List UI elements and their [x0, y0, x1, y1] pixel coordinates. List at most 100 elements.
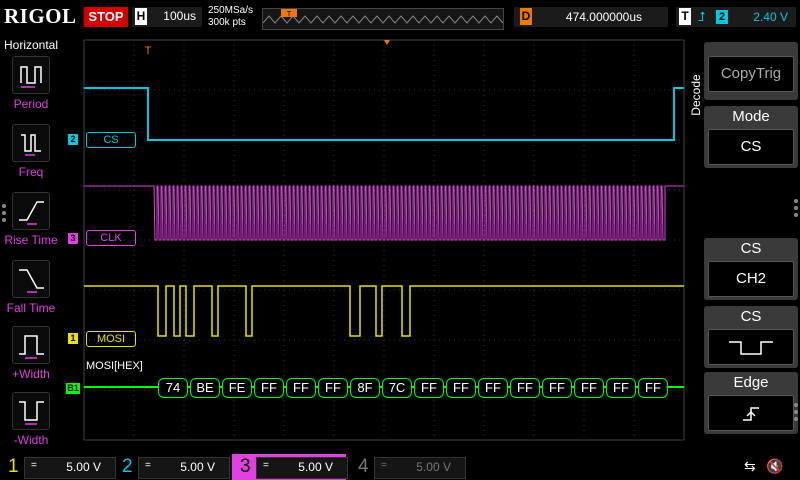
run-stop-status[interactable]: STOP [84, 7, 128, 27]
measure-rise-time[interactable]: Rise Time [0, 192, 62, 256]
ch2-status[interactable]: 2 = 5.00 V [114, 454, 230, 480]
bus-title: MOSI[HEX] [86, 360, 143, 372]
bus-byte: FE [222, 378, 252, 398]
fall-time-icon [12, 260, 50, 298]
bus-byte: FF [542, 378, 572, 398]
ch3-status[interactable]: 3 = 5.00 V [232, 454, 348, 480]
measure-label: Fall Time [6, 301, 56, 315]
ch1-ground-marker[interactable]: 1 [68, 333, 78, 344]
bus-byte: 7C [382, 378, 412, 398]
copytrig-button[interactable]: CopyTrig [704, 42, 798, 100]
ch2-label: CS [86, 132, 136, 148]
acquisition-info: 250MSa/s 300k pts [208, 5, 253, 29]
measure-label: -Width [13, 433, 49, 447]
ch1-label: MOSI [86, 331, 136, 347]
timebase-value: 100us [163, 9, 196, 23]
ch3-clk-trace [84, 185, 684, 241]
memory-overview-wave: T [263, 9, 503, 24]
ch3-number: 3 [240, 456, 251, 477]
dc-coupling-icon: = [381, 460, 387, 471]
cs-channel-value: CH2 [708, 261, 794, 297]
right-page-indicator [794, 196, 800, 220]
sample-rate: 250MSa/s [208, 5, 254, 16]
sound-muted-icon[interactable]: 🔇 [766, 458, 783, 475]
timebase-box[interactable]: H 100us [132, 7, 202, 27]
bus-byte: BE [190, 378, 220, 398]
timebase-key: H [135, 8, 147, 25]
ch2-ground-marker[interactable]: 2 [68, 134, 78, 145]
ch2-number: 2 [122, 456, 133, 477]
bus-byte: 74 [158, 378, 188, 398]
ch1-status[interactable]: 1 = 5.00 V [0, 454, 116, 480]
delay-value: 474.000000us [565, 10, 642, 24]
trigger-key: T [679, 8, 691, 25]
cs-polarity-menu-item[interactable]: CS [704, 306, 798, 368]
bus-byte: FF [286, 378, 316, 398]
rigol-logo: RIGOL [4, 4, 77, 28]
right-page-indicator-lower [794, 400, 800, 424]
usb-icon: ⇆ [744, 458, 756, 474]
bus-byte: FF [510, 378, 540, 398]
active-low-icon [708, 329, 794, 365]
bus-byte: FF [318, 378, 348, 398]
copytrig-label: CopyTrig [708, 56, 794, 92]
edge-menu-item[interactable]: Edge [704, 372, 798, 434]
bus-byte: FF [446, 378, 476, 398]
freq-icon [12, 124, 50, 162]
ch3-ground-marker[interactable]: 3 [68, 233, 78, 244]
measure-neg-width[interactable]: -Width [0, 392, 62, 456]
mode-head: Mode [732, 108, 770, 125]
trigger-position-marker: T [145, 45, 152, 57]
channel-status-bar: 1 = 5.00 V 2 = 5.00 V 3 = 5.00 V 4 = 5.00 V … [0, 454, 800, 480]
measure-label: Rise Time [4, 233, 58, 247]
period-icon [12, 56, 50, 94]
rise-time-icon [12, 192, 50, 230]
bus-byte: FF [478, 378, 508, 398]
mode-menu-item[interactable]: Mode CS [704, 106, 798, 168]
svg-text:T: T [287, 11, 292, 18]
memory-overview-strip[interactable]: T [262, 8, 504, 30]
decode-menu: Decode CopyTrig Mode CS CS CH2 CS Edge [686, 36, 800, 454]
trigger-source-channel: 2 [716, 10, 728, 24]
rising-edge-icon [708, 395, 794, 431]
cs-channel-menu-item[interactable]: CS CH2 [704, 238, 798, 300]
delay-box[interactable]: D 474.000000us [514, 7, 668, 27]
bus-byte: FF [606, 378, 636, 398]
memory-depth: 300k pts [208, 17, 246, 28]
delay-key: D [520, 8, 532, 25]
ch3-label: CLK [86, 230, 136, 246]
ch2-scale: 5.00 V [180, 460, 215, 474]
ch1-number: 1 [8, 456, 19, 477]
mode-value: CS [708, 129, 794, 165]
dc-coupling-icon: = [31, 460, 37, 471]
bus-marker[interactable]: B1 [66, 383, 80, 394]
ch4-status[interactable]: 4 = 5.00 V [350, 454, 466, 480]
bus-byte: FF [574, 378, 604, 398]
trigger-box[interactable]: T ⮥ 2 2.40 V [676, 7, 796, 27]
ch4-number: 4 [358, 456, 369, 477]
waveform-display[interactable]: T 2 CS 3 CLK 1 MOSI MOSI[HEX] B1 74 BE FE F… [62, 36, 686, 454]
center-marker [384, 40, 390, 45]
trigger-level: 2.40 V [753, 10, 788, 24]
measure-pos-width[interactable]: +Width [0, 326, 62, 390]
dc-coupling-icon: = [263, 460, 269, 471]
ch1-scale: 5.00 V [66, 460, 101, 474]
measure-period[interactable]: Period [0, 56, 62, 120]
ch4-scale: 5.00 V [416, 460, 451, 474]
pos-width-icon [12, 326, 50, 364]
bus-byte: 8F [350, 378, 380, 398]
measure-label: +Width [12, 367, 50, 381]
bus-byte: FF [254, 378, 284, 398]
top-status-bar: RIGOL STOP H 100us 250MSa/s 300k pts T D… [0, 0, 800, 36]
horizontal-measure-toolbar: Horizontal Period Freq Rise Time Fall Ti… [0, 36, 62, 454]
measure-freq[interactable]: Freq [0, 124, 62, 188]
measure-label: Freq [18, 165, 44, 179]
ch3-scale: 5.00 V [298, 460, 333, 474]
neg-width-icon [12, 392, 50, 430]
bus-byte: FF [638, 378, 668, 398]
cs-channel-head: CS [740, 240, 762, 257]
measure-label: Period [13, 97, 49, 111]
toolbar-title: Horizontal [3, 38, 59, 52]
measure-fall-time[interactable]: Fall Time [0, 260, 62, 324]
bus-byte: FF [414, 378, 444, 398]
